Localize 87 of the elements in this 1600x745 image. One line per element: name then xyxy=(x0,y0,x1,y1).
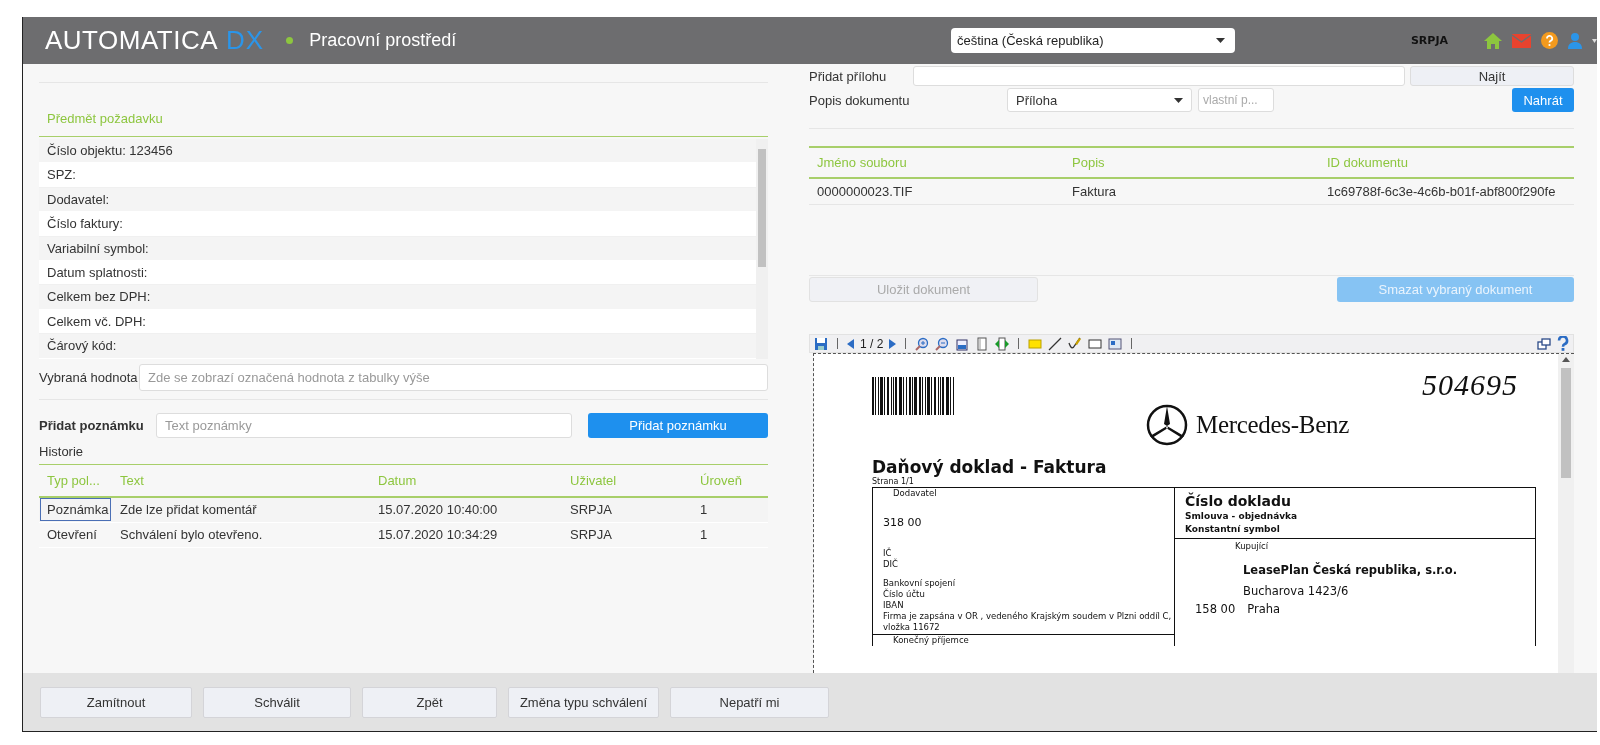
table-cell[interactable]: 15.07.2020 10:40:00 xyxy=(370,496,562,522)
line-icon[interactable] xyxy=(1048,336,1063,351)
field-label: Smlouva - objednávka xyxy=(1185,510,1299,523)
table-cell[interactable]: Otevření xyxy=(39,522,112,547)
table-cell[interactable]: Faktura xyxy=(1064,178,1319,205)
buyer-city: Praha xyxy=(1247,602,1281,616)
caret-icon[interactable] xyxy=(1592,38,1597,43)
user-name: SRPJA xyxy=(1410,34,1448,47)
table-cell[interactable]: Zde lze přidat komentář xyxy=(112,496,370,522)
field-label: Přidat přílohu xyxy=(809,68,888,84)
note-field[interactable]: Text poznámky xyxy=(156,412,572,438)
document-title: Daňový doklad - Faktura xyxy=(872,457,1108,477)
logo-accent: DX xyxy=(226,25,265,56)
table-cell[interactable]: 1 xyxy=(692,496,768,522)
table-cell[interactable]: 15.07.2020 10:34:29 xyxy=(370,522,562,547)
caret-icon xyxy=(1216,38,1225,43)
action-button[interactable]: Nepatří mi xyxy=(670,686,829,718)
windows-icon[interactable] xyxy=(1537,336,1551,351)
field-label: Vybraná hodnota xyxy=(39,369,139,385)
caret-left-icon[interactable] xyxy=(847,338,854,349)
help-icon[interactable] xyxy=(1541,32,1558,49)
action-button[interactable]: Schválit xyxy=(203,686,351,718)
attachment-field[interactable] xyxy=(913,66,1405,86)
page-number: Strana 1/1 xyxy=(872,477,914,487)
rectangle-icon[interactable] xyxy=(1088,336,1103,351)
star-emblem-icon xyxy=(1146,404,1188,446)
field-label: Bankovní spojení xyxy=(883,578,957,588)
image-note-icon[interactable] xyxy=(1108,336,1123,351)
zoom-out-icon[interactable] xyxy=(935,336,950,351)
caret-right-icon[interactable] xyxy=(889,338,897,349)
home-icon[interactable] xyxy=(1484,32,1502,49)
table-cell[interactable]: SRPJA xyxy=(562,522,692,547)
scrollbar[interactable] xyxy=(1558,354,1574,673)
field-row[interactable]: Celkem vč. DPH: xyxy=(39,309,756,335)
table-cell[interactable]: Schválení bylo otevřeno. xyxy=(112,522,370,547)
page-indicator: 1 / 2 xyxy=(860,336,884,351)
selected-value-field[interactable]: Zde se zobrazí označená hodnota z tabulky výše xyxy=(139,363,768,391)
table-cell[interactable]: SRPJA xyxy=(562,496,692,522)
zoom-in-icon[interactable] xyxy=(915,336,930,351)
field-label: IČ xyxy=(883,548,893,558)
postal-code: 158 00 xyxy=(1195,602,1236,616)
field-row[interactable]: SPZ: xyxy=(39,163,756,188)
actual-size-icon[interactable] xyxy=(955,336,970,351)
action-button[interactable]: Zpět xyxy=(362,686,497,718)
fit-width-icon[interactable] xyxy=(995,336,1010,351)
action-button[interactable]: Zamítnout xyxy=(40,686,192,718)
field-label: Popis dokumentu xyxy=(809,92,911,108)
field-label: Přidat poznámku xyxy=(39,417,145,433)
scrollbar-thumb[interactable] xyxy=(758,149,766,267)
save-icon[interactable] xyxy=(814,336,828,351)
box-heading: Kupující xyxy=(1234,540,1270,551)
description-select[interactable]: Příloha xyxy=(1007,88,1192,112)
field-label: IBAN xyxy=(883,600,905,611)
box-heading: Dodavatel xyxy=(892,488,938,499)
help-icon[interactable] xyxy=(1557,336,1569,351)
scrollbar[interactable] xyxy=(756,139,768,359)
registry-note: Firma je zapsána v OR , vedeného Krajským soudem v Plzni oddíl C, vložka 11672 xyxy=(883,611,1173,633)
table-cell[interactable]: 1 xyxy=(692,522,768,547)
section-heading: Historie xyxy=(39,443,768,465)
brand-name: Mercedes-Benz xyxy=(1196,411,1349,439)
postal-code: 318 00 xyxy=(883,517,923,528)
buyer-name: LeasePlan Česká republika, s.r.o. xyxy=(1242,563,1459,577)
section-heading: Předmět požadavku xyxy=(39,83,768,137)
box-heading: Konečný příjemce xyxy=(873,634,1174,646)
page-icon[interactable] xyxy=(975,336,990,351)
field-label: DIČ xyxy=(883,559,899,570)
pen-icon[interactable] xyxy=(1068,336,1083,351)
page-title: Pracovní prostředí xyxy=(309,30,457,51)
table-cell[interactable]: Poznámka xyxy=(39,496,112,522)
field-row[interactable]: Číslo faktury: xyxy=(39,212,756,237)
language-select[interactable]: čeština (Česká republika) xyxy=(951,28,1235,53)
box-heading: Číslo dokladu xyxy=(1185,492,1292,510)
custom-description-field[interactable]: vlastní p... xyxy=(1198,88,1274,112)
caret-up-icon[interactable] xyxy=(1562,357,1570,362)
logo-text: AUTOMATICA xyxy=(45,25,219,56)
field-label: Číslo účtu xyxy=(883,589,926,600)
table-cell[interactable]: 0000000023.TIF xyxy=(809,178,1064,205)
caret-icon xyxy=(1174,97,1183,103)
separator-dot xyxy=(286,37,294,44)
buyer-street: Bucharova 1423/6 xyxy=(1242,584,1350,598)
field-row[interactable]: Datum splatnosti: xyxy=(39,260,756,286)
browse-button[interactable]: Najít xyxy=(1410,66,1574,86)
action-button[interactable]: Změna typu schválení xyxy=(508,686,659,718)
handwritten-number: 504695 xyxy=(1422,368,1518,402)
scrollbar-thumb[interactable] xyxy=(1561,368,1571,478)
field-label: Konstantní symbol xyxy=(1185,523,1281,536)
table-cell[interactable]: 1c69788f-6c3e-4c6b-b01f-abf800f290fe xyxy=(1319,178,1574,205)
